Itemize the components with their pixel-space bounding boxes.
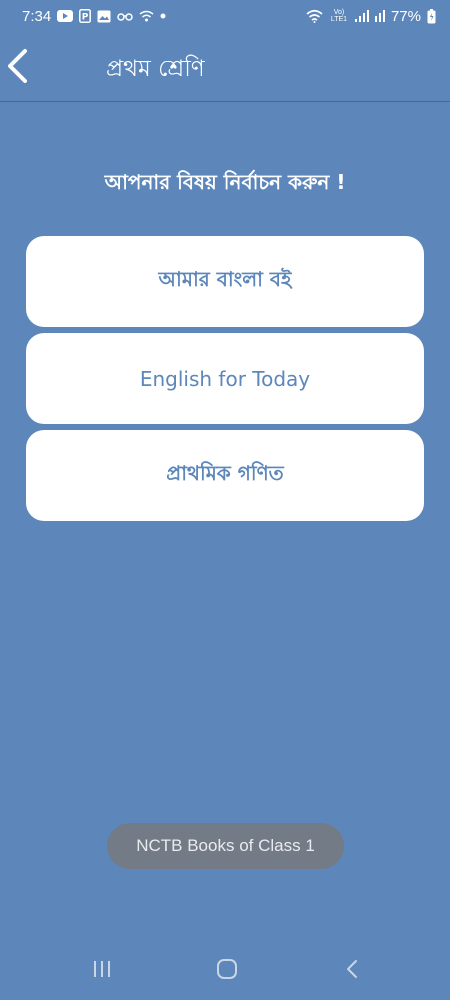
status-left: 7:34 P xyxy=(22,8,166,25)
nav-back-icon xyxy=(345,959,359,983)
parking-icon: P xyxy=(79,9,92,23)
chevron-left-icon xyxy=(6,48,28,88)
app-bar: প্রথম শ্রেণি xyxy=(0,32,450,102)
glasses-icon xyxy=(117,10,133,22)
back-button[interactable] xyxy=(0,48,34,88)
battery-icon xyxy=(427,8,436,24)
youtube-icon xyxy=(57,10,74,22)
signal-bars-icon xyxy=(354,10,369,22)
subject-label: প্রাথমিক গণিত xyxy=(166,461,284,485)
status-bar: 7:34 P Vo) LTE1 77% xyxy=(0,0,450,32)
wifi-icon xyxy=(139,10,154,22)
wifi-signal-icon xyxy=(306,9,323,23)
svg-text:P: P xyxy=(82,13,89,23)
subject-button-math[interactable]: প্রাথমিক গণিত xyxy=(26,430,424,521)
signal-bars-icon-2 xyxy=(374,10,385,22)
dot-icon xyxy=(160,13,166,19)
subject-label: English for Today xyxy=(139,366,311,391)
subject-button-english[interactable]: English for Today xyxy=(26,333,424,424)
subject-button-bangla[interactable]: আমার বাংলা বই xyxy=(26,236,424,327)
toast-message: NCTB Books of Class 1 xyxy=(107,823,344,869)
home-button[interactable] xyxy=(207,956,247,986)
battery-percent: 77% xyxy=(390,7,421,25)
home-icon xyxy=(216,958,238,984)
recent-apps-icon xyxy=(92,960,112,982)
network-label: Vo) LTE1 xyxy=(330,9,348,23)
subject-prompt: আপনার বিষয় নির্বাচন করুন ! xyxy=(104,170,346,194)
page-title: প্রথম শ্রেণি xyxy=(106,56,205,82)
nav-back-button[interactable] xyxy=(332,956,372,986)
subject-label: আমার বাংলা বই xyxy=(158,267,292,291)
recent-apps-button[interactable] xyxy=(82,956,122,986)
system-nav-bar xyxy=(0,940,450,1000)
status-time: 7:34 xyxy=(22,7,52,25)
status-right: Vo) LTE1 77% xyxy=(306,8,436,25)
gallery-icon xyxy=(97,10,111,23)
